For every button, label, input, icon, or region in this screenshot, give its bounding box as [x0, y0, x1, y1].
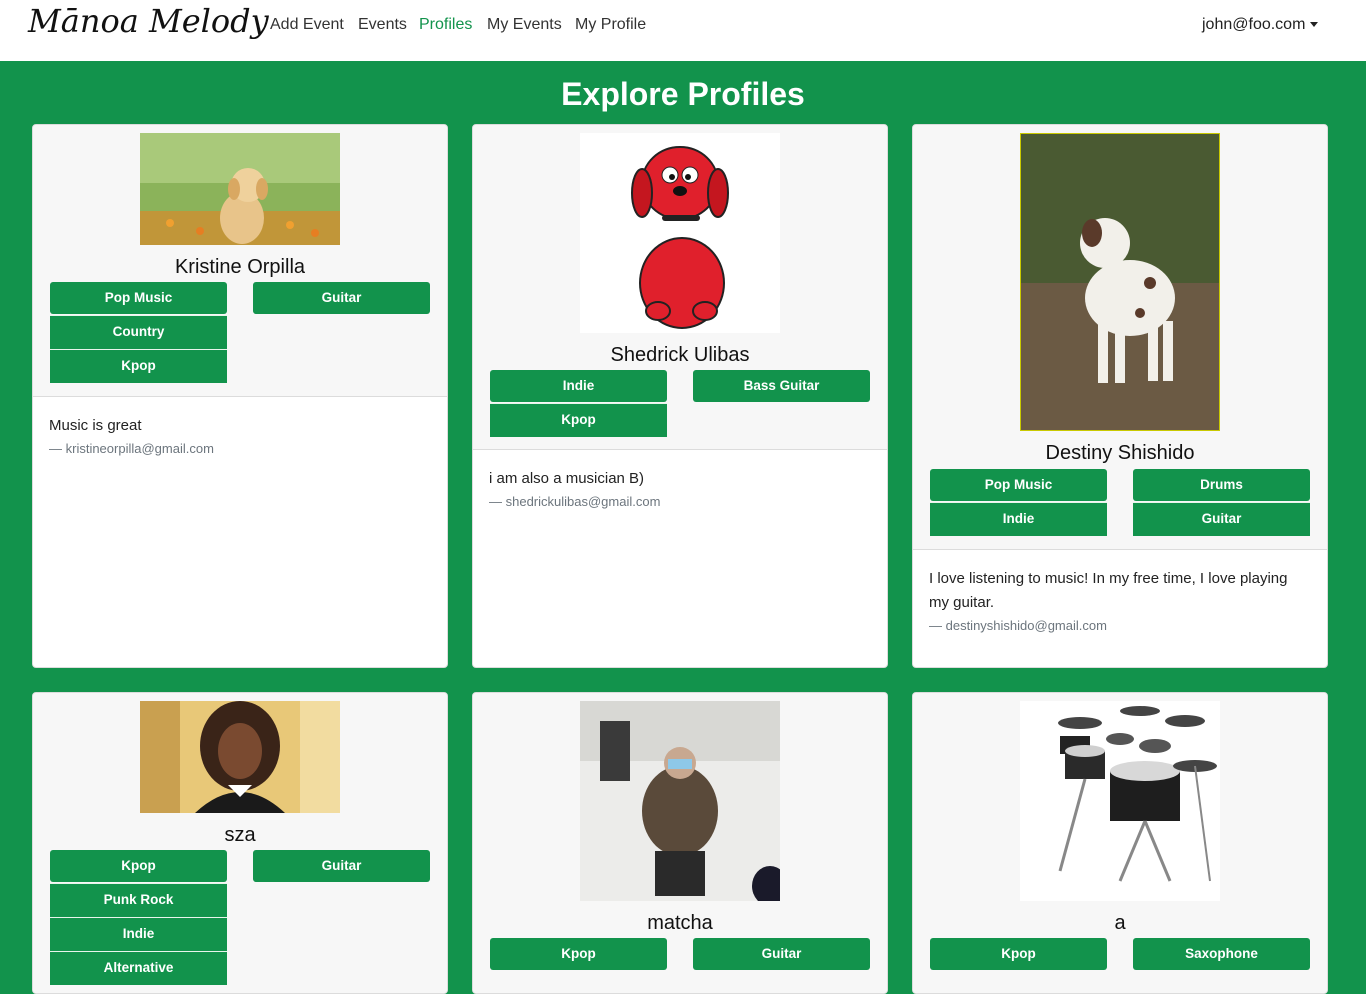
user-email: john@foo.com	[1202, 16, 1306, 33]
profile-email: — destinyshishido@gmail.com	[929, 618, 1107, 633]
genre-tag[interactable]: Alternative	[50, 951, 227, 985]
profile-bio: I love listening to music! In my free ti…	[929, 570, 1288, 611]
genre-tag[interactable]: Pop Music	[930, 469, 1107, 501]
instrument-tag[interactable]: Guitar	[253, 850, 430, 882]
nav-events[interactable]: Events	[358, 16, 407, 34]
nav-my-profile[interactable]: My Profile	[575, 16, 646, 34]
genre-tag[interactable]: Indie	[930, 502, 1107, 536]
user-dropdown[interactable]: john@foo.com	[1202, 16, 1319, 34]
profile-photo	[580, 701, 780, 901]
profile-photo	[1020, 133, 1220, 431]
profile-card-header: Shedrick Ulibas Indie Kpop Bass Guitar	[473, 125, 887, 450]
profile-email: — shedrickulibas@gmail.com	[489, 494, 661, 509]
instrument-tag[interactable]: Saxophone	[1133, 938, 1310, 970]
profile-card: Shedrick Ulibas Indie Kpop Bass Guitar i…	[472, 124, 888, 668]
instrument-tag[interactable]: Guitar	[1133, 502, 1310, 536]
instrument-tag[interactable]: Drums	[1133, 469, 1310, 501]
profile-card-header: Destiny Shishido Pop Music Indie Drums G…	[913, 125, 1327, 550]
profile-name: Shedrick Ulibas	[610, 344, 750, 366]
profile-name: Destiny Shishido	[1045, 442, 1195, 464]
genre-tag[interactable]: Pop Music	[50, 282, 227, 314]
profile-card: Kristine Orpilla Pop Music Country Kpop …	[32, 124, 448, 668]
nav-add-event[interactable]: Add Event	[270, 16, 344, 34]
genre-tag[interactable]: Country	[50, 315, 227, 349]
genre-tag[interactable]: Kpop	[490, 403, 667, 437]
profile-card: a Kpop Saxophone	[912, 692, 1328, 994]
instrument-tag[interactable]: Bass Guitar	[693, 370, 870, 402]
profile-name: matcha	[647, 912, 713, 934]
genre-tag[interactable]: Kpop	[930, 938, 1107, 970]
profile-photo	[1020, 701, 1220, 901]
profile-name: Kristine Orpilla	[174, 256, 306, 278]
genre-tag[interactable]: Kpop	[50, 850, 227, 882]
profile-card: matcha Kpop Guitar	[472, 692, 888, 994]
page-title: Explore Profiles	[561, 76, 805, 112]
genre-tag[interactable]: Indie	[490, 370, 667, 402]
instrument-tag[interactable]: Guitar	[693, 938, 870, 970]
instrument-tag[interactable]: Guitar	[253, 282, 430, 314]
profile-name: a	[1114, 912, 1126, 934]
profile-bio: Music is great	[49, 417, 142, 434]
profile-photo	[140, 701, 340, 813]
profile-card-header: sza Kpop Punk Rock Indie Alternative Gui…	[33, 693, 447, 993]
profile-photo	[140, 133, 340, 245]
profile-card-header: Kristine Orpilla Pop Music Country Kpop …	[33, 125, 447, 397]
brand-logo[interactable]: Mānoa Melody	[28, 2, 269, 40]
genre-tag[interactable]: Punk Rock	[50, 883, 227, 917]
profile-card: sza Kpop Punk Rock Indie Alternative Gui…	[32, 692, 448, 994]
profile-photo	[580, 133, 780, 333]
genre-tag[interactable]: Kpop	[50, 349, 227, 383]
profile-card-header: matcha Kpop Guitar	[473, 693, 887, 993]
navbar: Mānoa Melody Add Event Events Profiles M…	[0, 0, 1366, 61]
genre-tag[interactable]: Indie	[50, 917, 227, 951]
profile-email: — kristineorpilla@gmail.com	[49, 441, 214, 456]
profile-card-header: a Kpop Saxophone	[913, 693, 1327, 993]
profile-card: Destiny Shishido Pop Music Indie Drums G…	[912, 124, 1328, 668]
profile-bio: i am also a musician B)	[489, 470, 645, 487]
caret-down-icon	[1310, 22, 1319, 28]
nav-profiles[interactable]: Profiles	[419, 16, 472, 34]
genre-tag[interactable]: Kpop	[490, 938, 667, 970]
nav-my-events[interactable]: My Events	[487, 16, 562, 34]
profile-name: sza	[224, 824, 256, 846]
